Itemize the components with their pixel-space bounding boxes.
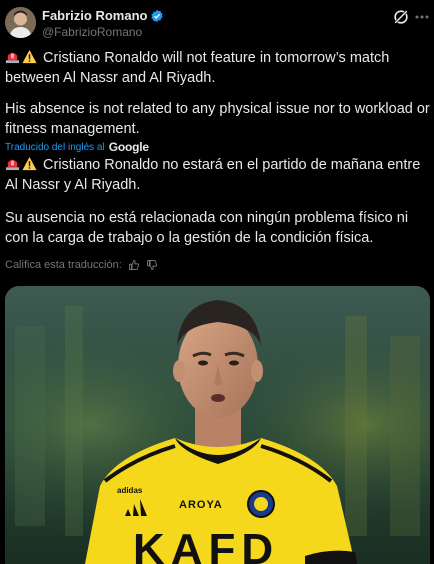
tweet-text-paragraph-1: Cristiano Ronaldo will not feature in to… (5, 48, 430, 88)
jersey-brand-right: AROYA (179, 499, 223, 511)
siren-emoji-icon (5, 52, 20, 64)
ronaldo-photo-illustration: adidas AROYA KAFD (5, 286, 430, 564)
rate-translation-row: Califica esta traducción: (5, 259, 158, 271)
tweet-original-text-1: Cristiano Ronaldo will not feature in to… (5, 50, 390, 86)
translated-by-label[interactable]: Traducido del inglés al (5, 142, 105, 153)
thumbs-down-icon[interactable] (146, 259, 158, 271)
verified-badge-icon (151, 9, 164, 22)
tweet-header: Fabrizio Romano @FabrizioRomano (0, 0, 434, 46)
translated-by-google[interactable]: Traducido del inglés al Google (5, 140, 149, 154)
avatar[interactable] (5, 7, 36, 38)
tweet-media-photo[interactable]: adidas AROYA KAFD (5, 286, 430, 564)
tweet-translated-text-1: Cristiano Ronaldo no estará en el partid… (5, 157, 421, 193)
warning-emoji-icon (22, 156, 37, 171)
tweet-translated-paragraph-1: Cristiano Ronaldo no estará en el partid… (5, 155, 430, 195)
jersey-brand-left: adidas (117, 486, 143, 495)
google-logo: Google (108, 140, 149, 154)
author-name-row[interactable]: Fabrizio Romano (42, 8, 164, 23)
tweet-translated-paragraph-2: Su ausencia no está relacionada con ning… (5, 208, 430, 248)
author-handle[interactable]: @FabrizioRomano (42, 25, 142, 39)
author-name[interactable]: Fabrizio Romano (42, 8, 147, 23)
thumbs-up-icon[interactable] (128, 259, 140, 271)
tweet-original-text-2: His absence is not related to any physic… (5, 101, 430, 137)
more-icon[interactable] (414, 8, 430, 26)
jersey-sponsor: KAFD (133, 525, 279, 564)
siren-emoji-icon (5, 159, 20, 171)
rate-translation-label: Califica esta traducción: (5, 259, 122, 271)
grok-icon[interactable] (392, 8, 410, 26)
warning-emoji-icon (22, 49, 37, 64)
tweet-translated-text-2: Su ausencia no está relacionada con ning… (5, 210, 409, 246)
tweet-text-paragraph-2: His absence is not related to any physic… (5, 99, 430, 139)
